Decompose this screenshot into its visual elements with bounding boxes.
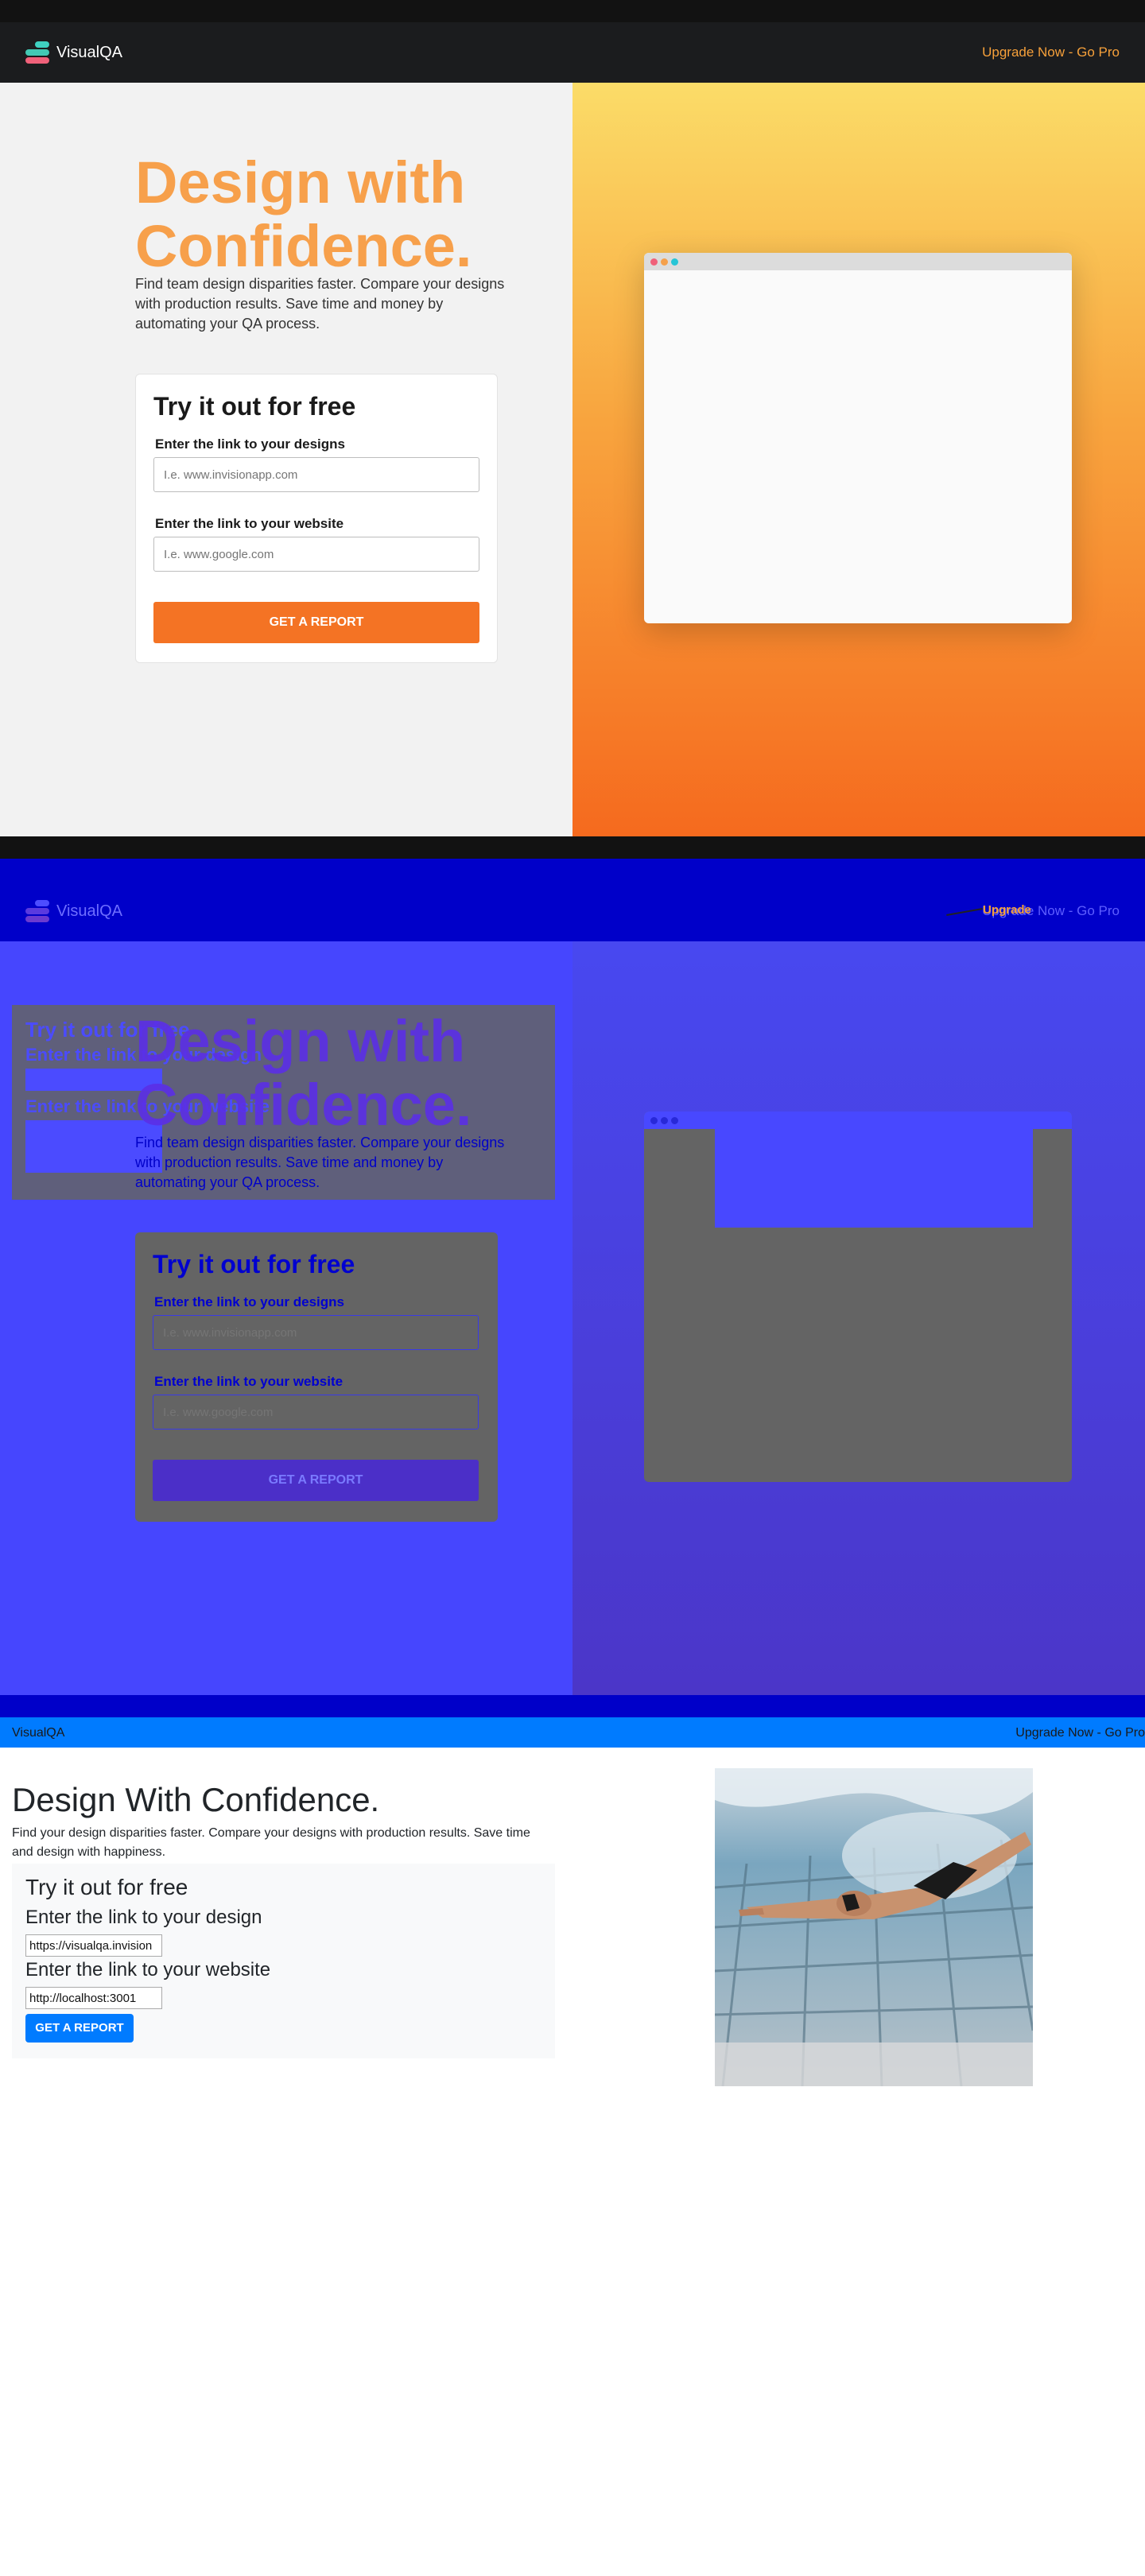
overlay-website-label: Enter the link to your website: [154, 1374, 344, 1389]
maximize-dot-icon: [671, 258, 678, 266]
overlay-dot-3-icon: [671, 1117, 678, 1124]
close-dot-icon: [650, 258, 658, 266]
overlay-photo-diff: [715, 1129, 1033, 1228]
overlay-subtitle: Find team design disparities faster. Com…: [135, 1135, 505, 1190]
overlay-logo-icon: [25, 900, 49, 924]
website-design-input[interactable]: [25, 1934, 162, 1957]
get-report-button[interactable]: GET A REPORT: [153, 602, 479, 643]
swimmer-photo: [715, 1768, 1033, 2086]
hero-headline: Design with Confidence.: [135, 149, 472, 279]
design-panel: VisualQA Upgrade Now - Go Pro Design wit…: [0, 0, 1145, 859]
overlay-brand-name: VisualQA: [56, 902, 123, 920]
top-navbar: VisualQA Upgrade Now - Go Pro: [0, 22, 1145, 83]
diff-overlay-panel: VisualQA Upgrade Now - Go Pro Upgrade De…: [0, 859, 1145, 1717]
overlay-website-input: [153, 1395, 479, 1430]
overlay-card-title: Try it out for free: [153, 1250, 355, 1278]
brand-name[interactable]: VisualQA: [56, 44, 122, 62]
browser-mockup: [644, 253, 1072, 623]
overlay-cta: GET A REPORT: [153, 1460, 479, 1501]
overlay-dot-1-icon: [650, 1117, 658, 1124]
website-website-label: Enter the link to your website: [25, 1959, 271, 1980]
website-upgrade-link[interactable]: Upgrade Now - Go Pro: [1015, 1726, 1145, 1740]
overlay-upgrade-diff: Upgrade: [983, 903, 1031, 917]
website-navbar: VisualQA Upgrade Now - Go Pro: [0, 1717, 1145, 1748]
design-link-label: Enter the link to your designs: [155, 436, 345, 452]
website-subtitle: Find your design disparities faster. Com…: [12, 1826, 530, 1859]
overlay-hero-left: Design with Confidence. Try it out for f…: [0, 941, 572, 1695]
hero-subtitle: Find team design disparities faster. Com…: [135, 276, 505, 332]
website-card: Try it out for free Enter the link to yo…: [12, 1864, 555, 2058]
visualqa-logo-icon[interactable]: [25, 41, 49, 65]
signup-card: Try it out for free Enter the link to yo…: [135, 374, 498, 663]
website-design-label: Enter the link to your design: [25, 1907, 262, 1928]
website-link-input[interactable]: [153, 537, 479, 572]
website-panel: VisualQA Upgrade Now - Go Pro Design Wit…: [0, 1717, 1145, 2576]
browser-titlebar: [644, 253, 1072, 270]
design-link-input[interactable]: [153, 457, 479, 492]
overlay-browser-mockup: [644, 1111, 1072, 1482]
hero-left: Design with Confidence. Find team design…: [0, 83, 572, 836]
overlay-dot-2-icon: [661, 1117, 668, 1124]
overlay-design-label: Enter the link to your designs: [154, 1294, 344, 1309]
overlay-card: Try it out for free Enter the link to yo…: [135, 1232, 498, 1522]
website-website-input[interactable]: [25, 1987, 162, 2009]
upgrade-link[interactable]: Upgrade Now - Go Pro: [982, 45, 1120, 60]
overlay-navbar: VisualQA Upgrade Now - Go Pro Upgrade: [0, 881, 1145, 941]
swimmer-illustration: [715, 1768, 1033, 2086]
overlay-browser-titlebar: [644, 1111, 1072, 1129]
hero-right: [572, 83, 1145, 836]
overlay-hero-right: [572, 941, 1145, 1695]
overlay-headline-front: Design with Confidence.: [135, 1008, 472, 1138]
website-headline: Design With Confidence.: [12, 1781, 380, 1818]
overlay-design-input: [153, 1315, 479, 1350]
website-link-label: Enter the link to your website: [155, 516, 344, 531]
minimize-dot-icon: [661, 258, 668, 266]
overlay-diff-stroke: [946, 908, 983, 916]
website-card-title: Try it out for free: [25, 1875, 188, 1899]
website-brand[interactable]: VisualQA: [12, 1726, 64, 1740]
card-title: Try it out for free: [153, 392, 356, 421]
website-get-report-button[interactable]: GET A REPORT: [25, 2014, 134, 2043]
